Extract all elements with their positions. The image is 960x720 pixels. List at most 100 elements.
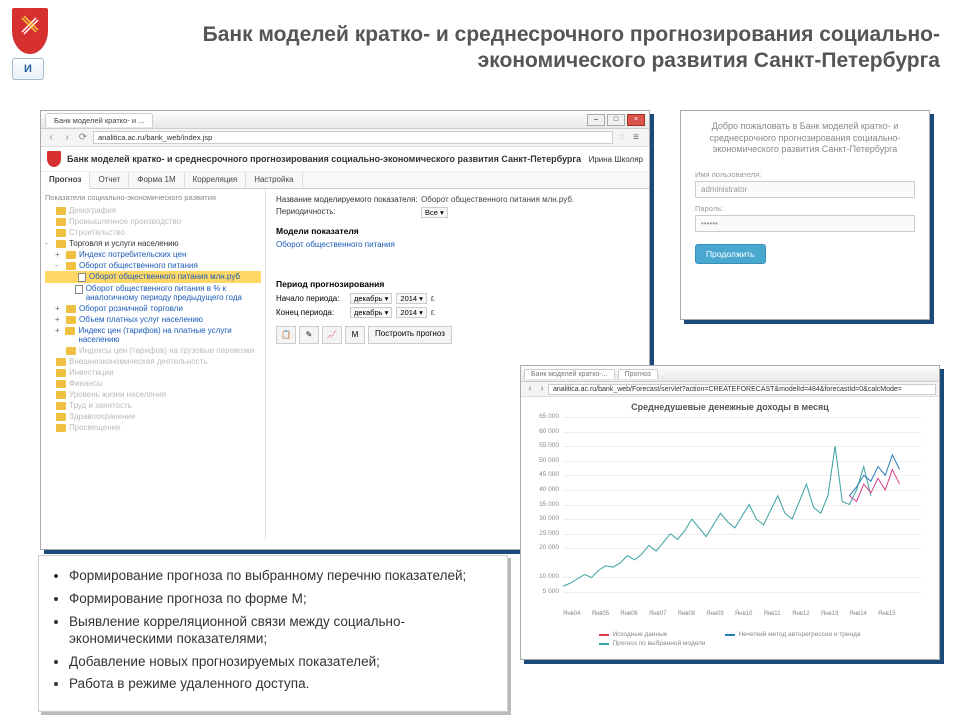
chart-url-field[interactable]: analitica.ac.ru/bank_web/Forecast/servle… [548, 384, 936, 395]
tab-Отчет[interactable]: Отчет [90, 172, 129, 188]
tree-item[interactable]: Строительство [45, 227, 261, 238]
tree-item[interactable]: Промышленное производство [45, 216, 261, 227]
folder-icon [56, 380, 66, 388]
chart-xtick: Янв08 [678, 611, 696, 617]
login-welcome-text: Добро пожаловать в Банк моделей кратко- … [695, 121, 915, 156]
chart-xtick: Янв14 [849, 611, 867, 617]
folder-icon [56, 391, 66, 399]
model-link[interactable]: Оборот общественного питания [276, 240, 639, 249]
period-end-label: Конец периода: [276, 308, 346, 317]
tree-label: Оборот розничной торговли [79, 304, 183, 313]
folder-icon [56, 358, 66, 366]
tree-item[interactable]: - Торговля и услуги населению [45, 238, 261, 249]
back-icon[interactable]: ‹ [45, 132, 57, 144]
app-tabs: ПрогнозОтчетФорма 1МКорреляцияНастройка [41, 172, 649, 189]
expand-icon[interactable]: + [55, 250, 63, 259]
password-input[interactable]: •••••• [695, 215, 915, 232]
expand-icon[interactable]: - [45, 239, 53, 248]
tree-item[interactable]: + Индекс цен (тарифов) на платные услуги … [45, 325, 261, 345]
tree-item[interactable]: Инвестиции [45, 367, 261, 378]
folder-icon [56, 424, 66, 432]
end-year-select[interactable]: 2014 ▾ [396, 307, 427, 318]
tree-item[interactable]: Труд и занятость [45, 400, 261, 411]
tab-Настройка[interactable]: Настройка [246, 172, 302, 188]
chart-ytick: 35 000 [535, 501, 559, 508]
expand-icon[interactable]: - [55, 261, 63, 270]
tree-item[interactable]: Финансы [45, 378, 261, 389]
build-forecast-button[interactable]: Построить прогноз [368, 326, 452, 344]
chart-xtick: Янв12 [792, 611, 810, 617]
menu-icon[interactable]: ≡ [633, 132, 645, 143]
tree-label: Оборот общественного питания [79, 261, 198, 270]
maximize-button[interactable]: □ [607, 114, 625, 126]
chart-xtick: Янв15 [878, 611, 896, 617]
document-icon [78, 273, 86, 282]
tree-item[interactable]: +Объем платных услуг населению [45, 314, 261, 325]
folder-icon [56, 240, 66, 248]
folder-icon [56, 229, 66, 237]
folder-icon [65, 327, 75, 335]
app-header: Банк моделей кратко- и среднесрочного пр… [41, 147, 649, 172]
tab-Форма 1М[interactable]: Форма 1М [129, 172, 184, 188]
login-submit-button[interactable]: Продолжить [695, 244, 766, 264]
tree-item[interactable]: - Оборот общественного питания [45, 260, 261, 271]
tree-label: Индекс потребительских цен [79, 250, 186, 259]
year-suffix: г. [431, 294, 435, 303]
tree-label: Индекс цен (тарифов) на платные услуги н… [78, 326, 261, 344]
chart-ytick: 10 000 [535, 573, 559, 580]
tree-item[interactable]: Внешнеэкономическая деятельность [45, 356, 261, 367]
chart-ytick: 25 000 [535, 530, 559, 537]
tool-pencil-icon[interactable]: ✎ [299, 326, 319, 344]
tree-item[interactable]: Уровень жизни населения [45, 389, 261, 400]
tree-label: Торговля и услуги населению [69, 239, 179, 248]
tree-item[interactable]: Здравоохранение [45, 411, 261, 422]
bookmark-icon[interactable]: ☆ [617, 132, 629, 143]
tree-item[interactable]: Оборот общественного питания млн.руб [45, 271, 261, 283]
tree-title: Показатели социально-экономического разв… [45, 193, 261, 202]
back-icon[interactable]: ‹ [524, 383, 536, 395]
tab-Корреляция[interactable]: Корреляция [185, 172, 247, 188]
forward-icon[interactable]: › [536, 383, 548, 395]
end-month-select[interactable]: декабрь ▾ [350, 307, 392, 318]
close-button[interactable]: × [627, 114, 645, 126]
chart-ytick: 30 000 [535, 515, 559, 522]
username-input[interactable]: administrator [695, 181, 915, 198]
tool-clipboard-icon[interactable]: 📋 [276, 326, 296, 344]
periodicity-select[interactable]: Все ▾ [421, 207, 448, 218]
tree-item[interactable]: + Оборот розничной торговли [45, 303, 261, 314]
start-month-select[interactable]: декабрь ▾ [350, 293, 392, 304]
document-icon [75, 285, 83, 294]
minimize-button[interactable]: – [587, 114, 605, 126]
tree-label: Уровень жизни населения [69, 390, 166, 399]
app-logo-icon [47, 151, 61, 167]
tree-item[interactable]: + Индекс потребительских цен [45, 249, 261, 260]
tree-item[interactable]: Оборот общественного питания в % к анало… [45, 283, 261, 303]
username-label: Имя пользователя: [695, 170, 915, 179]
expand-icon[interactable]: + [55, 315, 63, 324]
reload-icon[interactable]: ⟳ [77, 132, 89, 144]
forward-icon[interactable]: › [61, 132, 73, 144]
chart-tab[interactable]: Банк моделей кратко-... [524, 369, 615, 379]
folder-icon [66, 347, 76, 355]
start-year-select[interactable]: 2014 ▾ [396, 293, 427, 304]
chart-legend: Исходные данныеПрогноз по выбранной моде… [521, 631, 939, 647]
expand-icon[interactable]: + [55, 326, 62, 335]
tree-label: Внешнеэкономическая деятельность [69, 357, 207, 366]
tool-m-icon[interactable]: M [345, 326, 365, 344]
tree-item[interactable]: Демография [45, 205, 261, 216]
chart-address-bar: ‹ › analitica.ac.ru/bank_web/Forecast/se… [521, 382, 939, 397]
tree-item[interactable]: Индексы цен (тарифов) на грузовые перево… [45, 345, 261, 356]
tool-chart-icon[interactable]: 📈 [322, 326, 342, 344]
browser-tab[interactable]: Банк моделей кратко- и ... [45, 113, 153, 127]
url-field[interactable]: analitica.ac.ru/bank_web/index.jsp [93, 131, 613, 144]
current-user: Ирина Школяр [589, 155, 643, 164]
chart-ytick: 50 000 [535, 457, 559, 464]
tree-label: Финансы [69, 379, 103, 388]
expand-icon[interactable]: + [55, 304, 63, 313]
chart-tab[interactable]: Прогноз [618, 369, 658, 379]
models-section-title: Модели показателя [276, 226, 639, 236]
address-bar: ‹ › ⟳ analitica.ac.ru/bank_web/index.jsp… [41, 129, 649, 147]
chart-ytick: 45 000 [535, 471, 559, 478]
tab-Прогноз[interactable]: Прогноз [41, 172, 90, 189]
tree-item[interactable]: Просвещение [45, 422, 261, 433]
